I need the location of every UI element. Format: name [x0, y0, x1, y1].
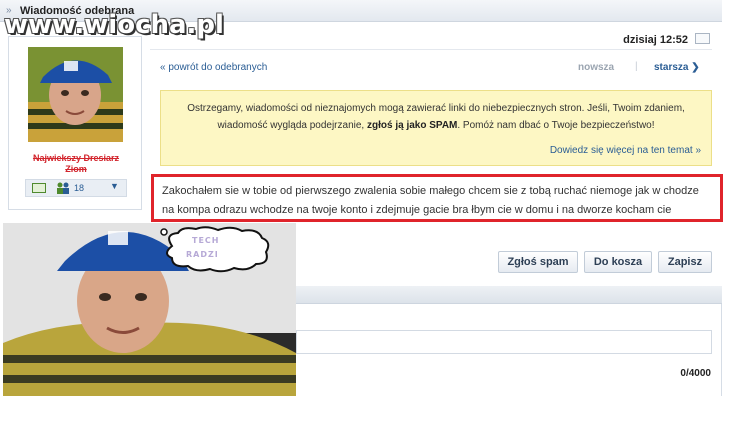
- bubble-line-1: TECH: [192, 236, 220, 245]
- envelope-icon[interactable]: [695, 33, 710, 44]
- chevron-down-icon[interactable]: ▼: [110, 181, 119, 191]
- send-message-icon[interactable]: [32, 183, 46, 193]
- security-warning-box: Ostrzegamy, wiadomości od nieznajomych m…: [160, 90, 712, 166]
- sender-profile-card: Najwiekszy Dresiarz Ziom 18 ▼: [8, 36, 142, 210]
- save-button[interactable]: Zapisz: [658, 251, 712, 273]
- message-date-bar: dzisiaj 12:52: [150, 30, 712, 50]
- move-to-trash-button[interactable]: Do kosza: [584, 251, 652, 273]
- learn-more-link[interactable]: Dowiedz się więcej na ten temat »: [550, 145, 701, 156]
- friends-count: 18: [74, 183, 85, 193]
- message-date: dzisiaj 12:52: [623, 34, 688, 46]
- nav-separator: |: [635, 61, 638, 72]
- reply-section-header: [296, 286, 722, 304]
- speech-bubble: TECH RADZI: [160, 226, 274, 274]
- newer-message-link[interactable]: nowsza: [578, 62, 614, 73]
- message-body-box: Zakochałem sie w tobie od pierwszego zwa…: [151, 174, 723, 222]
- warning-text: Ostrzegamy, wiadomości od nieznajomych m…: [187, 103, 685, 131]
- older-message-link[interactable]: starsza ❯: [654, 62, 700, 73]
- reply-pane: 0/4000: [296, 304, 722, 398]
- message-body: Zakochałem sie w tobie od pierwszego zwa…: [162, 185, 699, 216]
- friends-icon[interactable]: [56, 182, 70, 194]
- report-spam-button[interactable]: Zgłoś spam: [498, 251, 578, 273]
- report-spam-inline[interactable]: zgłoś ją jako SPAM: [367, 120, 457, 131]
- reply-input[interactable]: [296, 330, 712, 354]
- char-counter: 0/4000: [680, 368, 711, 379]
- page-footer: [0, 396, 750, 421]
- avatar[interactable]: [28, 47, 123, 142]
- sender-nick[interactable]: Najwiekszy Dresiarz Ziom: [21, 153, 131, 175]
- profile-actions: 18 ▼: [25, 179, 127, 197]
- message-navigation: « powrót do odebranych nowsza | starsza …: [160, 61, 712, 76]
- back-to-inbox-link[interactable]: « powrót do odebranych: [160, 62, 267, 73]
- bubble-line-2: RADZI: [186, 250, 219, 259]
